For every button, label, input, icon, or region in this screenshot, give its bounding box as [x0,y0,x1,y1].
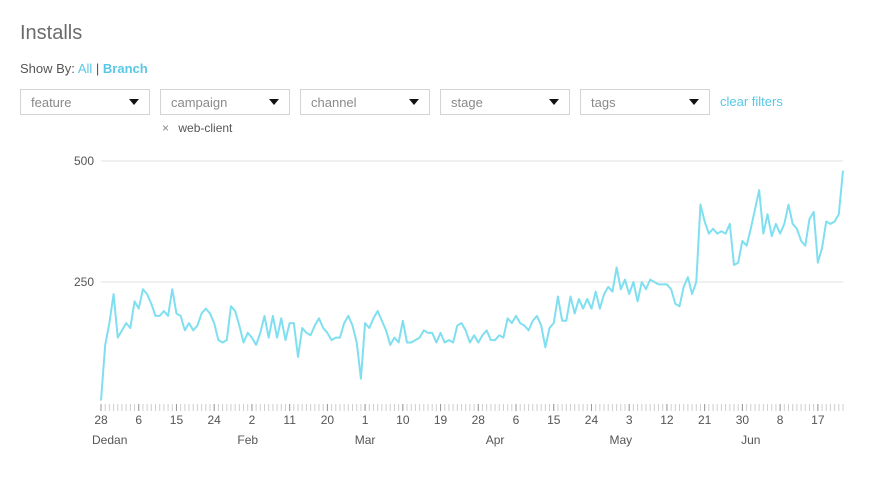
x-month-label: Jun [741,433,760,447]
installs-series-line [100,170,844,401]
x-tick-label: 20 [321,413,335,427]
x-tick-label: 11 [283,413,296,427]
x-month-label: Dedan [92,433,127,447]
x-tick-label: 12 [660,413,674,427]
x-month-label: May [609,433,632,447]
x-tick-label: 15 [170,413,184,427]
x-tick-label: 10 [396,413,410,427]
x-tick-label: 21 [698,413,712,427]
y-tick-label: 250 [74,275,94,289]
x-tick-label: 8 [777,413,784,427]
x-tick-label: 17 [811,413,825,427]
x-tick-label: 24 [585,413,599,427]
x-tick-label: 1 [362,413,369,427]
x-tick-label: 2 [249,413,256,427]
x-tick-label: 24 [208,413,222,427]
x-tick-label: 6 [513,413,520,427]
x-tick-label: 15 [547,413,561,427]
x-tick-label: 19 [434,413,448,427]
x-tick-label: 28 [472,413,486,427]
y-tick-label: 500 [74,154,94,168]
x-tick-label: 6 [135,413,142,427]
installs-line-chart: 500 250 28 6 15 24 2 11 20 1 10 19 28 6 15 24 3 12 21 30 8 17… [74,154,844,447]
x-tick-label: 30 [736,413,750,427]
x-month-label: Apr [486,433,505,447]
x-month-label: Feb [237,433,258,447]
x-tick-label: 28 [94,413,108,427]
x-month-label: Mar [355,433,376,447]
x-tick-label: 3 [626,413,633,427]
